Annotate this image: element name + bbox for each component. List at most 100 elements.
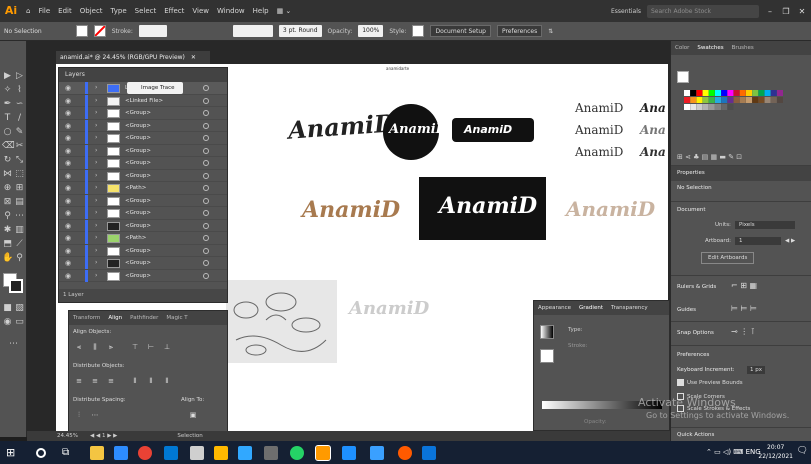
layer-row[interactable]: ◉ › <Group>	[59, 194, 227, 207]
align-left-icon[interactable]: ⫷	[75, 343, 83, 351]
layer-row[interactable]: ◉ › <Linked File>	[59, 94, 227, 107]
target-circle-icon[interactable]	[203, 97, 209, 104]
rotate-icon[interactable]: ↻	[2, 155, 13, 166]
swatch-cell[interactable]	[770, 90, 777, 96]
layer-name[interactable]: <Group>	[125, 210, 151, 216]
swatch-cell[interactable]	[777, 90, 783, 96]
stroke-swatch[interactable]	[93, 25, 106, 37]
color-mode-icon[interactable]: ■	[2, 303, 13, 314]
store-icon[interactable]	[114, 446, 128, 460]
layer-row[interactable]: ◉ › <Group>	[59, 219, 227, 232]
layer-row[interactable]: ◉ › <Group>	[59, 119, 227, 132]
swatch-cell[interactable]	[721, 104, 728, 110]
swatch-cell[interactable]	[758, 97, 765, 103]
type-tool-icon[interactable]: T	[2, 113, 13, 124]
app-icon-1[interactable]	[190, 446, 204, 460]
target-circle-icon[interactable]	[203, 122, 209, 129]
document-tab[interactable]: anamid.ai* @ 24.45% (RGB/GPU Preview) ✕	[56, 51, 210, 64]
system-tray-icons[interactable]: ⌃ ▭ ◁) ⌨ ENG	[706, 448, 761, 456]
tab-gradient[interactable]: Gradient	[575, 301, 607, 315]
document-setup-button[interactable]: Document Setup	[430, 25, 491, 37]
swatch-cell[interactable]	[770, 97, 777, 103]
target-circle-icon[interactable]	[203, 135, 209, 141]
eraser-icon[interactable]: ⌫	[2, 141, 15, 152]
bluetooth-icon[interactable]	[342, 446, 356, 460]
layer-name[interactable]: <Group>	[125, 160, 151, 166]
swatch-cell[interactable]	[715, 97, 721, 103]
align-hcenter-icon[interactable]: ⫼	[91, 343, 99, 351]
lasso-icon[interactable]: ⌇	[14, 85, 25, 96]
tab-appearance[interactable]: Appearance	[534, 301, 575, 315]
dist-right-icon[interactable]: ⫴	[163, 377, 171, 385]
tab-transform[interactable]: Transform	[69, 311, 104, 325]
visibility-eye-icon[interactable]: ◉	[65, 97, 71, 105]
swatch-cell[interactable]	[733, 97, 740, 103]
gradient-tool-icon[interactable]: ▤	[14, 197, 25, 208]
curvature-icon[interactable]: ∽	[14, 99, 25, 110]
tab-align[interactable]: Align	[104, 311, 126, 325]
edit-artboards-button[interactable]: Edit Artboards	[701, 252, 755, 264]
windows-start-icon[interactable]: ⊞	[6, 446, 20, 460]
scale-icon[interactable]: ⤡	[14, 155, 25, 166]
target-circle-icon[interactable]	[203, 147, 209, 154]
swatch-cell[interactable]	[715, 90, 721, 96]
close-tab-icon[interactable]: ✕	[191, 54, 196, 61]
expand-chevron-icon[interactable]: ›	[95, 147, 97, 154]
visibility-eye-icon[interactable]: ◉	[65, 172, 71, 180]
menu-effect[interactable]: Effect	[160, 7, 188, 15]
arrange-icon[interactable]: ⇅	[548, 28, 553, 35]
layer-name[interactable]: <Group>	[125, 198, 151, 204]
dist-hcenter-icon[interactable]: ⫴	[147, 377, 155, 385]
expand-chevron-icon[interactable]: ›	[95, 159, 97, 166]
image-trace-button[interactable]: Image Trace	[127, 82, 183, 94]
swatch-cell[interactable]	[690, 90, 697, 96]
artboard-nav-icon[interactable]: ◀ ◀ 1 ▶ ▶	[90, 431, 117, 441]
visibility-eye-icon[interactable]: ◉	[65, 272, 71, 280]
layer-row[interactable]: ◉ › <Group>	[59, 269, 227, 282]
photoshop-icon[interactable]	[238, 446, 252, 460]
expand-chevron-icon[interactable]: ›	[95, 234, 97, 241]
workspace-switcher[interactable]: Essentials	[611, 8, 641, 15]
style-swatch[interactable]	[412, 25, 425, 37]
swatch-cell[interactable]	[727, 97, 734, 103]
swatches-grid[interactable]	[684, 90, 784, 140]
expand-chevron-icon[interactable]: ›	[95, 184, 97, 191]
swatch-cell[interactable]	[708, 90, 715, 96]
visibility-eye-icon[interactable]: ◉	[65, 234, 71, 242]
swatch-cell[interactable]	[739, 90, 746, 96]
layer-name[interactable]: <Group>	[125, 223, 151, 229]
artboard-tool-icon[interactable]: ⬒	[2, 239, 13, 250]
tab-color[interactable]: Color	[671, 41, 693, 55]
units-select[interactable]: Pixels	[735, 221, 795, 229]
expand-chevron-icon[interactable]: ›	[95, 97, 97, 104]
gradient-preview-swatch[interactable]	[540, 325, 554, 339]
swatch-cell[interactable]	[721, 90, 728, 96]
visibility-eye-icon[interactable]: ◉	[65, 197, 71, 205]
preview-bounds-checkbox[interactable]	[677, 379, 684, 386]
swatch-cell[interactable]	[702, 90, 709, 96]
tab-magic[interactable]: Magic T	[162, 311, 191, 325]
clock[interactable]: 20:07 22/12/2021	[758, 443, 793, 461]
visibility-eye-icon[interactable]: ◉	[65, 209, 71, 217]
dist-space-h-icon[interactable]: ⋯	[91, 411, 99, 419]
notifications-icon[interactable]: 🗨	[797, 446, 808, 456]
dist-space-v-icon[interactable]: ⫶	[75, 411, 83, 419]
layer-row[interactable]: ◉ › <Group>	[59, 207, 227, 220]
blend-icon[interactable]: ⋯	[14, 211, 25, 222]
target-circle-icon[interactable]	[203, 85, 209, 91]
layer-row[interactable]: ◉ › <Group>	[59, 132, 227, 145]
swatch-cell[interactable]	[752, 90, 759, 96]
stock-search-input[interactable]: Search Adobe Stock	[647, 4, 759, 18]
app-icon-2[interactable]	[264, 446, 278, 460]
task-view-icon[interactable]: ⧉	[62, 446, 76, 460]
free-transform-icon[interactable]: ⬚	[14, 169, 25, 180]
keyboard-increment-input[interactable]: 1 px	[747, 366, 765, 374]
target-circle-icon[interactable]	[203, 185, 209, 191]
sticky-notes-icon[interactable]	[214, 446, 228, 460]
expand-chevron-icon[interactable]: ›	[95, 122, 97, 129]
target-circle-icon[interactable]	[203, 222, 209, 229]
scissors-icon[interactable]: ✂	[14, 141, 25, 152]
expand-chevron-icon[interactable]: ›	[95, 109, 97, 116]
layer-row[interactable]: ◉ › <Group>	[59, 244, 227, 257]
menu-help[interactable]: Help	[249, 7, 273, 15]
